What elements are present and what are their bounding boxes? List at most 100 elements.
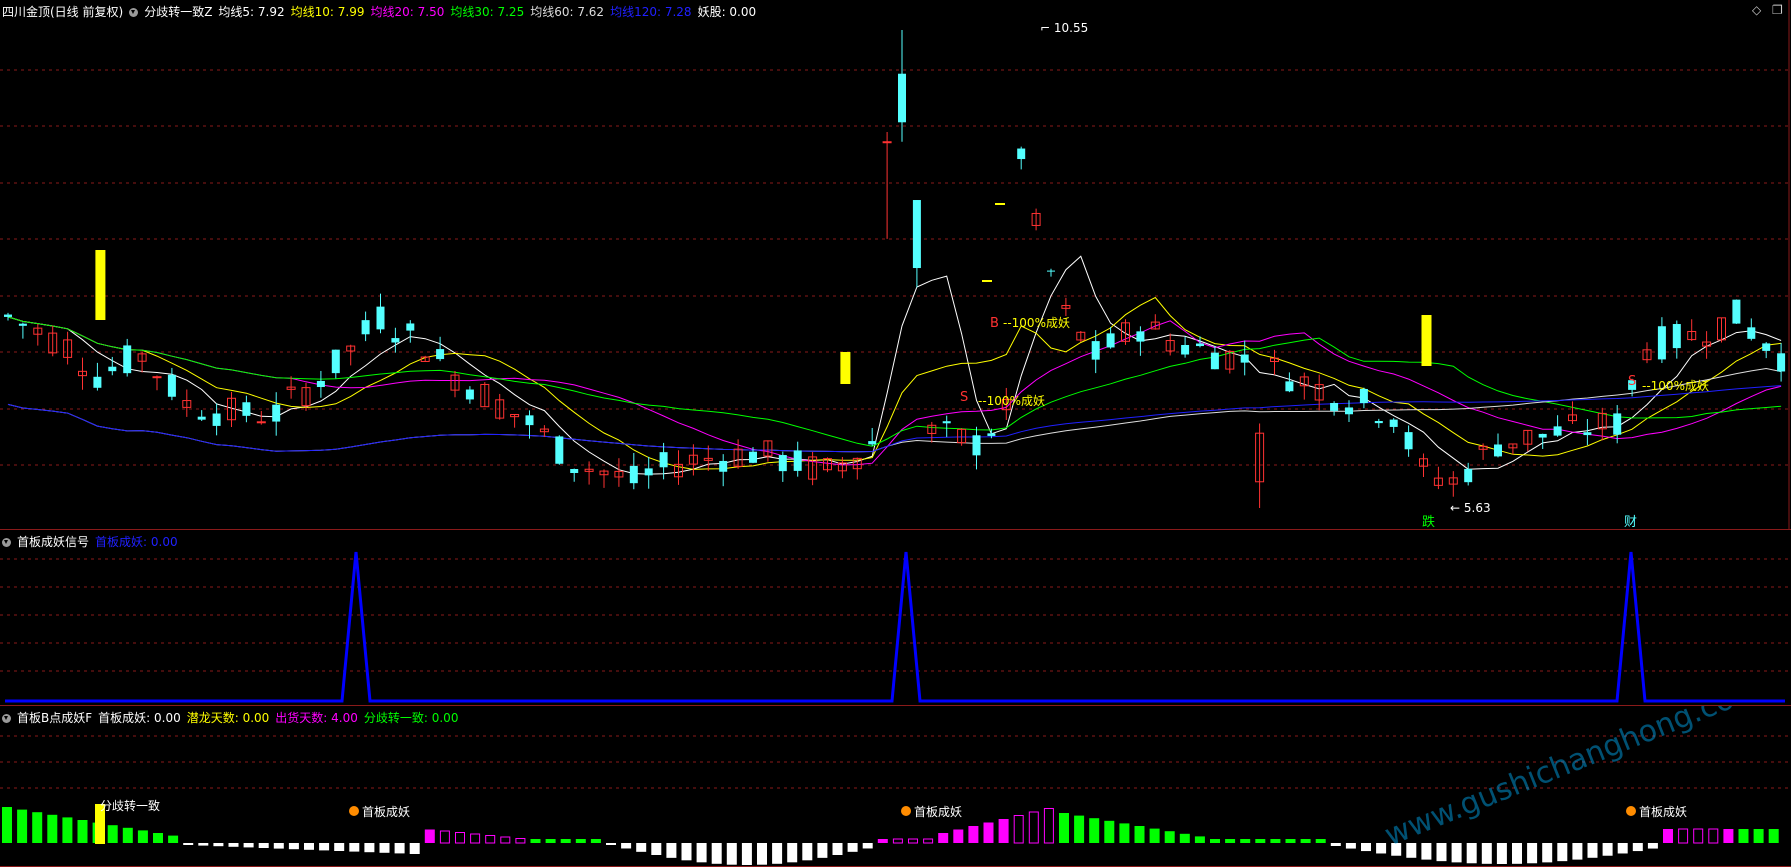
histogram-bar [213, 843, 224, 847]
sell-marker-2: S [1628, 374, 1636, 389]
candle-body [1464, 468, 1473, 483]
histogram-bar [590, 839, 601, 843]
histogram-bar [47, 814, 58, 843]
histogram-bar [1572, 843, 1583, 860]
histogram-bar [802, 843, 813, 861]
histogram-legend-item-3: 分歧转一致: 0.00 [363, 711, 459, 725]
candlestick-chart: ⌐ 10.55 ← 5.63 B S S --100%成妖 --100%成妖 --100%成妖… [0, 0, 1791, 530]
candle-body [644, 468, 653, 476]
histogram-bar [757, 843, 767, 865]
histogram-bar [711, 843, 722, 864]
watermark: www.gushichanghong.com [1380, 706, 1766, 853]
histogram-bar [575, 839, 586, 843]
histogram-bar [1300, 839, 1311, 843]
signal-title[interactable]: 首板成妖信号 [17, 535, 89, 549]
histogram-bar [183, 843, 194, 845]
histogram-bar [1647, 843, 1658, 849]
histogram-bar [545, 839, 556, 843]
candle-body [376, 306, 385, 330]
candle-body [1330, 402, 1339, 411]
candle-body [1613, 413, 1622, 435]
histogram-bar [1663, 829, 1673, 843]
histogram-bar [319, 843, 330, 851]
annot-100-2: --100%成妖 [978, 394, 1045, 408]
histogram-bar [1481, 843, 1492, 864]
candle-body [123, 345, 132, 374]
histogram-bar [862, 843, 873, 849]
stock-title: 四川金顶(日线 前复权) [2, 5, 124, 19]
annot-100-1: --100%成妖 [1003, 316, 1070, 330]
histogram-bar [726, 843, 737, 865]
signal-candle-1 [840, 352, 851, 384]
histogram-bar [877, 839, 888, 843]
candle-body [1210, 352, 1219, 370]
histogram-bar [122, 827, 133, 843]
candle-body [1404, 432, 1413, 450]
histogram-bar [168, 835, 179, 843]
histogram-bar [107, 825, 118, 843]
histogram-bar [998, 819, 1009, 843]
histogram-bar [1285, 839, 1296, 843]
ma-legend-item-3: 均线30: 7.25 [450, 5, 525, 19]
histogram-legend-item-0: 首板成妖: 0.00 [98, 711, 181, 725]
histogram-bar [364, 843, 375, 853]
candle-body [1285, 381, 1294, 392]
candle-body [1047, 270, 1055, 272]
ma-legend-item-6: 妖股: 0.00 [697, 5, 757, 19]
histogram-bar [1632, 843, 1643, 852]
histogram-legend-item-1: 潜龙天数: 0.00 [186, 711, 270, 725]
histogram-bar [1255, 839, 1266, 843]
histogram-bar [1315, 839, 1326, 843]
histogram-bar [62, 817, 73, 843]
histogram-bar [621, 843, 632, 849]
signal-line-chart [0, 551, 1791, 703]
candle-body [868, 441, 877, 445]
indicator-name[interactable]: 分歧转一致Z [144, 5, 212, 19]
candle-body [1732, 299, 1741, 324]
candle-body [1538, 433, 1547, 438]
candle-body [272, 404, 281, 422]
histogram-bar [137, 830, 148, 843]
histogram-bar [273, 843, 284, 849]
histogram-panel[interactable]: 首板B点成妖F 首板成妖: 0.00 潜龙天数: 0.00 出货天数: 4.00 分歧转… [0, 706, 1791, 867]
histogram-bar [1436, 843, 1447, 862]
candle-body [778, 455, 787, 472]
histogram-bar [470, 833, 481, 844]
buy-marker: B [990, 316, 999, 331]
histogram-bar [394, 843, 405, 854]
histogram-legend-item-2: 出货天数: 4.00 [275, 711, 358, 725]
main-chart-panel[interactable]: 四川金顶(日线 前复权) 分歧转一致Z 均线5: 7.92 均线10: 7.99 均线2… [0, 0, 1791, 530]
histogram-bar [817, 843, 828, 858]
ma-legend-item-2: 均线20: 7.50 [370, 5, 445, 19]
ma-line-20 [7, 316, 1782, 466]
histogram-bar [1542, 843, 1553, 863]
candle-body [331, 349, 340, 374]
histogram-bar [530, 839, 541, 843]
candle-body [4, 314, 12, 317]
histogram-bar [1104, 820, 1115, 843]
histogram-bar [1496, 843, 1507, 864]
candle-body [555, 436, 564, 464]
annot-100-3: --100%成妖 [1642, 379, 1709, 393]
indicator-menu-icon[interactable] [2, 538, 11, 547]
ma-line-30 [7, 316, 1782, 447]
candle-body [1374, 421, 1383, 424]
histogram-bar [1708, 828, 1719, 844]
histogram-bar [560, 839, 571, 843]
histogram-bar [606, 843, 616, 845]
histogram-bar [455, 832, 465, 844]
candle-body [18, 323, 27, 326]
histogram-bar [153, 833, 163, 843]
candle-body [391, 338, 400, 343]
histogram-bar [983, 822, 994, 843]
signal-panel[interactable]: 首板成妖信号 首板成妖: 0.00 [0, 530, 1791, 706]
histogram-bar [1617, 843, 1628, 854]
indicator-menu-icon[interactable] [129, 8, 139, 17]
histogram-title[interactable]: 首板B点成妖F [17, 711, 92, 725]
histogram-bar [379, 843, 390, 853]
ma-legend: 均线5: 7.92 均线10: 7.99 均线20: 7.50 均线30: 7.25 均… [218, 5, 762, 19]
ma-legend-item-4: 均线60: 7.62 [530, 5, 605, 19]
candle-body [152, 376, 162, 379]
indicator-menu-icon[interactable] [2, 714, 11, 723]
candle-body [719, 460, 728, 472]
